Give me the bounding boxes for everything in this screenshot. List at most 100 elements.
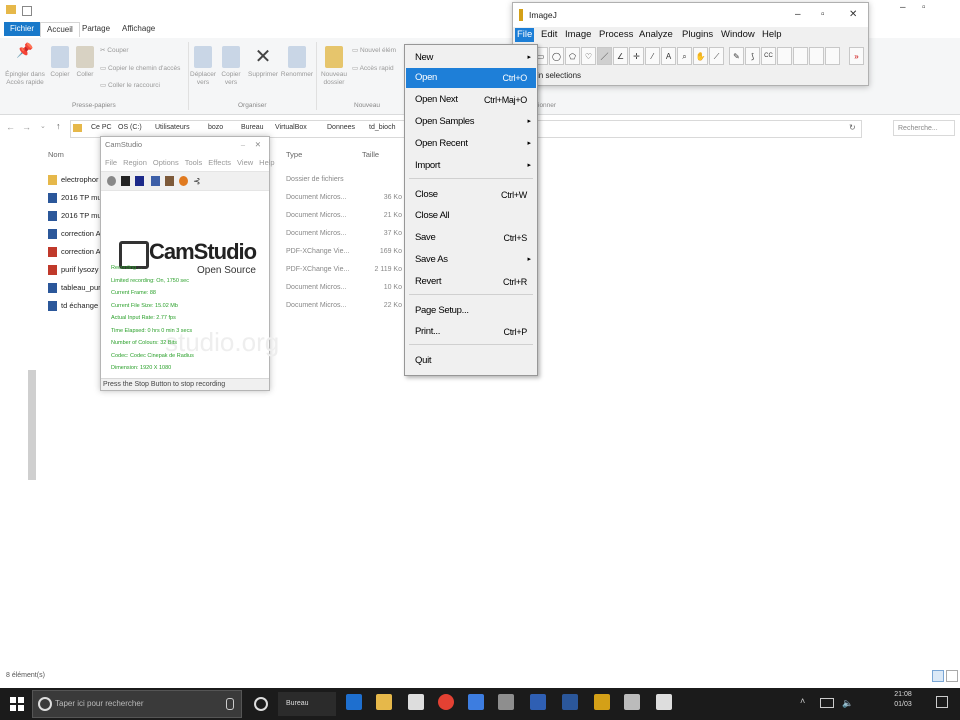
windows-start-icon[interactable] xyxy=(10,697,24,711)
menu-item-open-samples[interactable]: Open Samples ▸ xyxy=(406,112,536,132)
file-row[interactable]: correction A xyxy=(48,244,101,260)
menu-item-new[interactable]: New ▸ xyxy=(406,48,536,68)
menu-item-save-as[interactable]: Save As ▸ xyxy=(406,250,536,270)
app-icon[interactable] xyxy=(468,694,484,710)
tab-view[interactable]: Affichage xyxy=(116,22,161,36)
breadcrumb-item[interactable]: Bureau xyxy=(241,124,264,131)
column-header-name[interactable]: Nom xyxy=(48,150,64,159)
recent-chevron-icon[interactable]: ⌄ xyxy=(40,122,46,130)
breadcrumb-item[interactable]: Donnees xyxy=(327,124,355,131)
empty-tool-slot[interactable] xyxy=(793,47,808,65)
store-icon[interactable] xyxy=(408,694,424,710)
more-tools-icon[interactable]: » xyxy=(849,47,864,65)
menu-item-import[interactable]: Import ▸ xyxy=(406,156,536,176)
imagej-menu-help[interactable]: Help xyxy=(760,28,784,42)
close-icon[interactable]: ✕ xyxy=(255,137,261,153)
pause-icon[interactable] xyxy=(121,176,130,186)
options-icon[interactable] xyxy=(165,176,174,186)
file-row[interactable]: correction A xyxy=(48,226,101,242)
empty-tool-slot[interactable] xyxy=(777,47,792,65)
record-icon[interactable] xyxy=(107,176,116,186)
menu-item-revert[interactable]: Revert Ctrl+R xyxy=(406,272,536,292)
camstudio-menu-file[interactable]: File xyxy=(105,158,117,167)
nav-pane-scrollbar[interactable] xyxy=(28,370,36,480)
polygon-tool-icon[interactable]: ⬠ xyxy=(565,47,580,65)
imagej-taskbar-icon[interactable] xyxy=(594,694,610,710)
cut-button[interactable]: ✂ Couper xyxy=(100,46,129,54)
new-item-button[interactable]: ▭ Nouvel élém xyxy=(352,46,396,54)
paste-shortcut-button[interactable]: ▭ Coller le raccourci xyxy=(100,81,160,89)
minimize-icon[interactable]: – xyxy=(241,137,245,153)
imagej-menu-image[interactable]: Image xyxy=(563,28,593,42)
point-tool-icon[interactable]: ✛ xyxy=(629,47,644,65)
tab-share[interactable]: Partage xyxy=(76,22,116,36)
breadcrumb-item[interactable]: bozo xyxy=(208,124,223,131)
imagej-menu-plugins[interactable]: Plugins xyxy=(680,28,715,42)
camstudio-menu-tools[interactable]: Tools xyxy=(185,158,203,167)
file-row[interactable]: td échange xyxy=(48,298,98,314)
oval-tool-icon[interactable]: ◯ xyxy=(549,47,564,65)
notifications-icon[interactable] xyxy=(936,696,948,708)
paste-button[interactable]: Coller xyxy=(74,46,96,79)
stop-icon[interactable] xyxy=(135,176,144,186)
menu-item-open-next[interactable]: Open Next Ctrl+Maj+O xyxy=(406,90,536,110)
file-row[interactable]: 2016 TP mu xyxy=(48,208,102,224)
new-folder-button[interactable]: Nouveau dossier xyxy=(318,46,350,87)
imagej-maximize-button[interactable]: ▫ xyxy=(821,3,825,27)
column-header-type[interactable]: Type xyxy=(286,150,302,159)
menu-item-open[interactable]: Open Ctrl+O xyxy=(406,68,536,88)
camstudio-menu-region[interactable]: Region xyxy=(123,158,147,167)
document-taskbar-icon[interactable] xyxy=(656,694,672,710)
camstudio-titlebar[interactable]: CamStudio – ✕ xyxy=(101,137,269,153)
volume-icon[interactable]: 🔈 xyxy=(842,698,853,709)
menu-item-open-recent[interactable]: Open Recent ▸ xyxy=(406,134,536,154)
imagej-menu-process[interactable]: Process xyxy=(597,28,635,42)
taskbar-clock[interactable]: 21:08 01/03 xyxy=(888,690,918,710)
menu-item-page-setup[interactable]: Page Setup... xyxy=(406,301,536,321)
search-input[interactable]: Recherche... xyxy=(893,120,955,136)
explorer-minimize-button[interactable]: – xyxy=(900,2,906,13)
quick-access-save-icon[interactable] xyxy=(22,6,32,16)
menu-item-close[interactable]: Close Ctrl+W xyxy=(406,185,536,205)
camstudio-menu-view[interactable]: View xyxy=(237,158,253,167)
microphone-icon[interactable] xyxy=(226,698,234,710)
tiles-view-icon[interactable] xyxy=(946,670,958,682)
imagej-window[interactable]: ImageJ – ▫ ✕ File Edit Image Process Analyze… xyxy=(512,2,869,86)
breadcrumb-item[interactable]: Utilisateurs xyxy=(155,124,190,131)
share-icon[interactable]: ⊰ xyxy=(193,176,202,186)
camstudio-menu-help[interactable]: Help xyxy=(259,158,274,167)
task-view-icon[interactable] xyxy=(254,697,268,711)
copy-path-button[interactable]: ▭ Copier le chemin d'accès xyxy=(100,64,180,72)
menu-item-close-all[interactable]: Close All xyxy=(406,206,536,226)
imagej-minimize-button[interactable]: – xyxy=(795,3,801,27)
line-tool-icon[interactable]: ／ xyxy=(597,47,612,65)
angle-tool-icon[interactable]: ∠ xyxy=(613,47,628,65)
annotation-icon[interactable] xyxy=(151,176,160,186)
tray-chevron-icon[interactable]: ˄ xyxy=(800,696,805,706)
word-document-icon[interactable] xyxy=(562,694,578,710)
rename-button[interactable]: Renommer xyxy=(280,46,314,79)
file-explorer-icon[interactable] xyxy=(376,694,392,710)
hand-tool-icon[interactable]: ✋ xyxy=(693,47,708,65)
camstudio-taskbar-icon[interactable] xyxy=(624,694,640,710)
file-row[interactable]: purif lysozy xyxy=(48,262,99,278)
tab-home[interactable]: Accueil xyxy=(40,22,80,37)
pin-button[interactable]: 📌 Épingler dans Accès rapide xyxy=(4,43,46,87)
camstudio-window[interactable]: CamStudio – ✕ File Region Options Tools Effe… xyxy=(100,136,279,391)
empty-tool-slot[interactable] xyxy=(825,47,840,65)
column-header-size[interactable]: Taille xyxy=(362,150,379,159)
up-arrow-icon[interactable]: ↑ xyxy=(56,121,61,131)
tab-file[interactable]: Fichier xyxy=(4,22,41,36)
imagej-menu-file[interactable]: File xyxy=(515,28,535,42)
pencil-tool-icon[interactable]: ✎ xyxy=(729,47,744,65)
taskbar-app-bureau[interactable]: Bureau xyxy=(278,692,336,716)
easy-access-button[interactable]: ▭ Accès rapid xyxy=(352,64,394,72)
wand-tool-icon[interactable]: ⁄ xyxy=(645,47,660,65)
imagej-menu-window[interactable]: Window xyxy=(719,28,757,42)
imagej-close-button[interactable]: ✕ xyxy=(849,3,857,27)
pin-app-icon[interactable] xyxy=(498,694,514,710)
file-row[interactable]: tableau_puri xyxy=(48,280,102,296)
empty-tool-slot[interactable] xyxy=(809,47,824,65)
back-arrow-icon[interactable]: ← xyxy=(6,122,15,132)
explorer-maximize-button[interactable]: ▫ xyxy=(922,2,926,13)
